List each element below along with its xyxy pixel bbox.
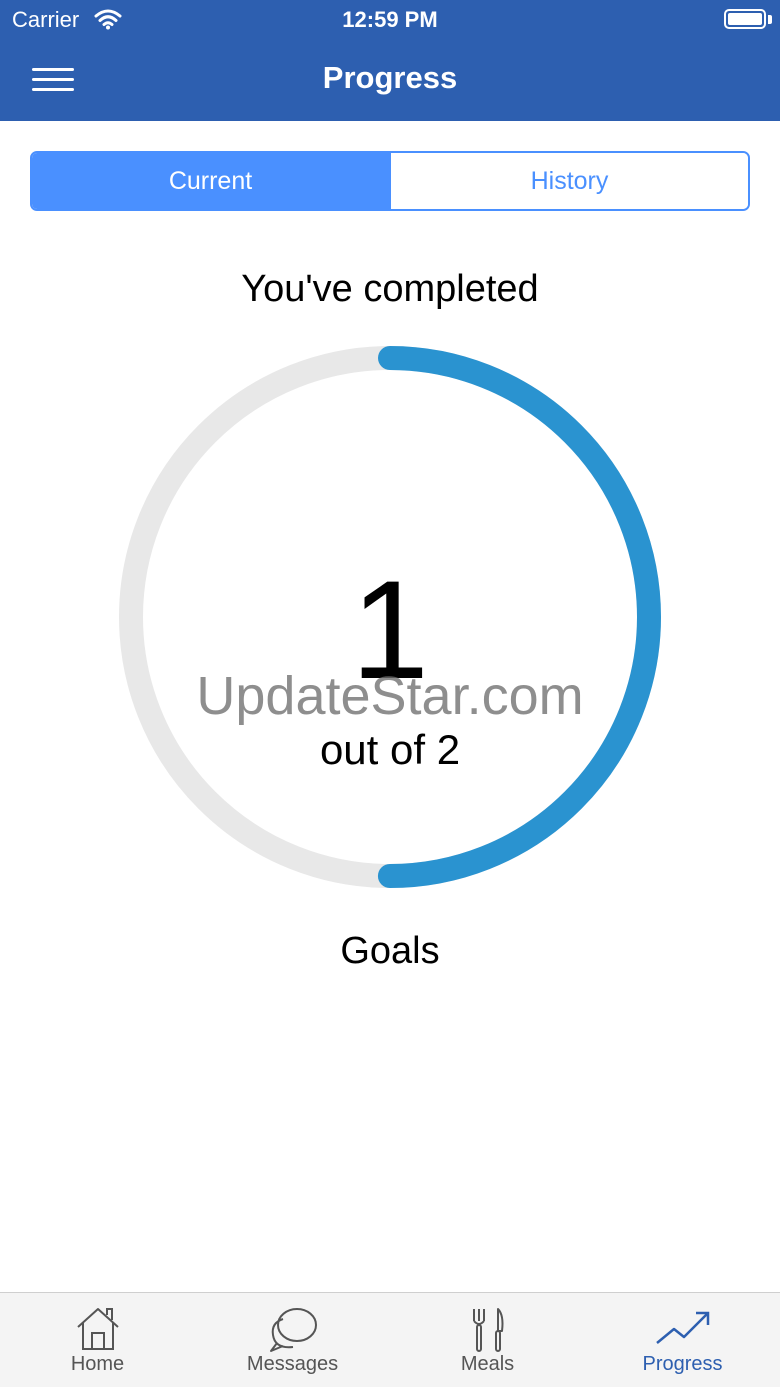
tab-messages[interactable]: Messages xyxy=(195,1293,390,1387)
home-icon xyxy=(76,1308,119,1350)
segment-history[interactable]: History xyxy=(389,153,748,209)
tab-label-progress: Progress xyxy=(642,1353,723,1375)
tab-meals[interactable]: Meals xyxy=(390,1293,585,1387)
battery-icon xyxy=(724,9,766,29)
completed-heading: You've completed xyxy=(241,268,539,310)
tab-progress[interactable]: Progress xyxy=(585,1293,780,1387)
chat-bubbles-icon xyxy=(269,1308,317,1352)
trend-up-icon xyxy=(655,1311,709,1344)
status-bar: Carrier 12:59 PM xyxy=(0,0,780,40)
goal-total: out of 2 xyxy=(319,726,461,773)
tab-label-messages: Messages xyxy=(246,1353,339,1375)
tab-bar: Home Messages Meals Progress xyxy=(0,1292,780,1387)
status-time: 12:59 PM xyxy=(342,7,438,32)
goals-label: Goals xyxy=(340,930,440,972)
tab-label-home: Home xyxy=(70,1353,125,1375)
tab-home[interactable]: Home xyxy=(0,1293,195,1387)
page-title: Progress xyxy=(322,60,458,95)
fork-knife-icon xyxy=(472,1308,503,1352)
watermark-text: UpdateStar.com xyxy=(196,666,584,726)
tab-label-meals: Meals xyxy=(460,1353,515,1375)
segmented-control: Current History xyxy=(30,151,750,211)
battery-nub xyxy=(768,15,772,24)
nav-header: Carrier 12:59 PM Progress xyxy=(0,0,780,121)
segment-current[interactable]: Current xyxy=(32,153,389,209)
